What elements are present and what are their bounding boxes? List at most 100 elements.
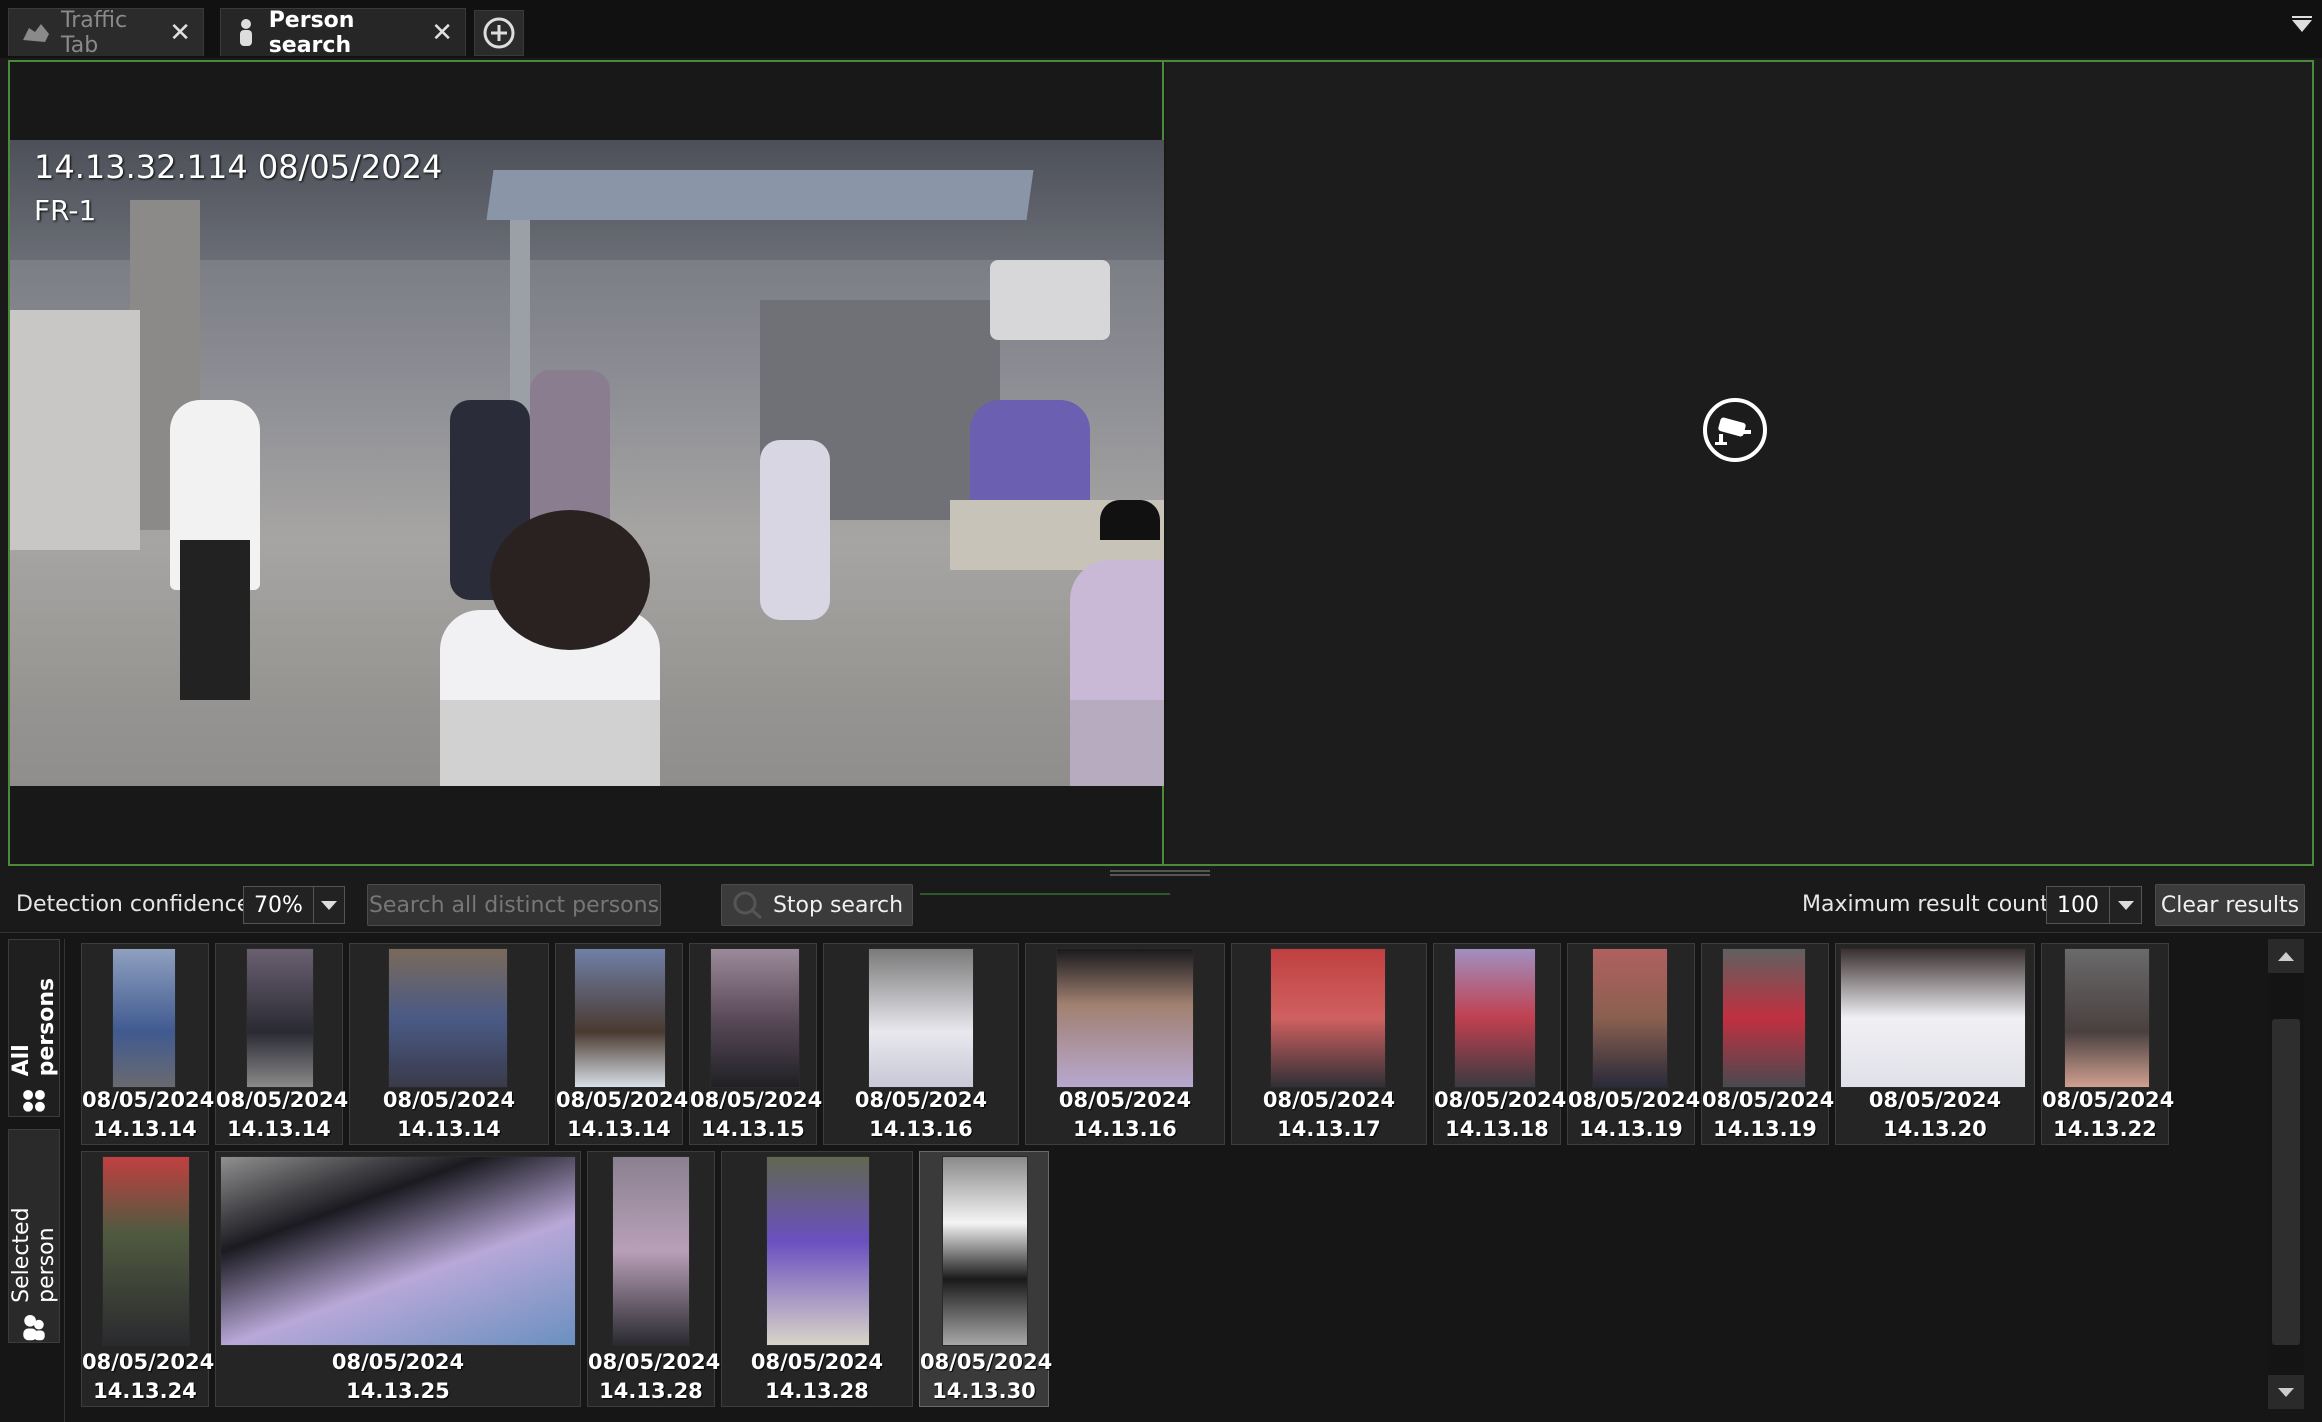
result-thumbnail[interactable]: 08/05/2024 14.13.14	[555, 943, 689, 1145]
add-tab-button[interactable]	[474, 10, 524, 56]
thumbnail-caption: 08/05/2024 14.13.16	[1058, 1088, 1192, 1141]
results-panel: All persons Selected person 08/05/2024 14…	[0, 932, 2322, 1422]
thumbnail-caption: 08/05/2024 14.13.18	[1434, 1088, 1567, 1141]
chevron-down-icon[interactable]	[312, 887, 344, 923]
close-icon[interactable]: ✕	[431, 18, 453, 48]
result-thumbnail[interactable]: 08/05/2024 14.13.18	[1433, 943, 1567, 1145]
scroll-up-icon[interactable]	[2268, 939, 2304, 973]
thumbnail-caption: 08/05/2024 14.13.28	[750, 1350, 884, 1403]
video-timestamp: 14.13.32.114 08/05/2024	[34, 148, 443, 186]
result-thumbnail[interactable]: 08/05/2024 14.13.28	[587, 1151, 721, 1407]
tab-traffic-label: Traffic Tab	[61, 7, 128, 58]
thumbnail-caption: 08/05/2024 14.13.17	[1262, 1088, 1396, 1141]
result-thumbnail-selected[interactable]: 08/05/2024 14.13.30	[919, 1151, 1053, 1407]
app-window: Traffic Tab ✕ Person search ✕ 14.13.32.1…	[0, 0, 2322, 1422]
results-scrollbar[interactable]	[2268, 939, 2304, 1409]
camera-feed-image	[10, 140, 1164, 786]
tab-traffic[interactable]: Traffic Tab ✕	[8, 7, 204, 58]
splitter-handle[interactable]	[1110, 870, 1210, 876]
plus-circle-icon	[483, 17, 515, 49]
thumbnail-caption: 08/05/2024 14.13.15	[690, 1088, 823, 1141]
person-image	[612, 1156, 690, 1346]
tab-menu-icon[interactable]	[2292, 16, 2312, 32]
tab-all-persons[interactable]: All persons	[8, 939, 60, 1117]
person-image	[1056, 948, 1194, 1088]
person-image	[868, 948, 974, 1088]
thumbnail-caption: 08/05/2024 14.13.20	[1868, 1088, 2002, 1141]
scrollbar-track[interactable]	[2272, 1019, 2300, 1345]
tab-person-search[interactable]: Person search ✕	[220, 7, 466, 58]
thumbnail-caption: 08/05/2024 14.13.22	[2042, 1088, 2175, 1141]
chevron-down-icon[interactable]	[2109, 887, 2141, 923]
result-thumbnail[interactable]: 08/05/2024 14.13.14	[215, 943, 349, 1145]
result-thumbnail[interactable]: 08/05/2024 14.13.19	[1701, 943, 1835, 1145]
result-thumbnail[interactable]: 08/05/2024 14.13.24	[81, 1151, 214, 1407]
person-image	[102, 1156, 190, 1346]
camera-label: FR-1	[34, 194, 97, 227]
search-distinct-label: Search all distinct persons	[368, 892, 660, 918]
search-icon	[733, 891, 762, 920]
search-distinct-button[interactable]: Search all distinct persons	[367, 884, 661, 926]
search-toolbar: Detection confidence 70% Search all dist…	[0, 880, 2322, 930]
thumbnail-caption: 08/05/2024 14.13.30	[920, 1350, 1053, 1403]
close-icon[interactable]: ✕	[169, 18, 191, 48]
all-persons-label: All persons	[9, 977, 59, 1077]
person-icon	[233, 18, 259, 48]
stop-search-button[interactable]: Stop search	[721, 884, 913, 926]
person-pair-icon	[23, 1314, 45, 1341]
result-thumbnail[interactable]: 08/05/2024 14.13.19	[1567, 943, 1700, 1145]
video-pane-empty[interactable]	[1166, 62, 2312, 864]
confidence-value: 70%	[254, 892, 303, 918]
person-image	[1722, 948, 1806, 1088]
confidence-dropdown[interactable]: 70%	[243, 886, 345, 924]
thumbnail-caption: 08/05/2024 14.13.14	[216, 1088, 349, 1141]
result-thumbnail[interactable]: 08/05/2024 14.13.15	[689, 943, 823, 1145]
person-image	[1270, 948, 1386, 1088]
video-grid: 14.13.32.114 08/05/2024 FR-1	[8, 60, 2314, 866]
max-result-dropdown[interactable]: 100	[2046, 886, 2142, 924]
result-thumbnail[interactable]: 08/05/2024 14.13.14	[81, 943, 215, 1145]
max-result-label: Maximum result count	[1802, 892, 2049, 917]
result-thumbnail[interactable]: 08/05/2024 14.13.16	[823, 943, 1019, 1145]
video-pane-fr1[interactable]: 14.13.32.114 08/05/2024 FR-1	[10, 62, 1164, 864]
tab-selected-person[interactable]: Selected person	[8, 1129, 60, 1343]
person-image	[2064, 948, 2150, 1088]
person-image	[1840, 948, 2026, 1088]
tab-person-search-label: Person search	[268, 7, 355, 58]
thumbnail-caption: 08/05/2024 14.13.14	[382, 1088, 516, 1141]
traffic-icon	[21, 18, 51, 48]
person-image	[942, 1156, 1028, 1346]
thumbnail-caption: 08/05/2024 14.13.14	[82, 1088, 215, 1141]
thumbnail-caption: 08/05/2024 14.13.19	[1702, 1088, 1835, 1141]
clear-results-button[interactable]: Clear results	[2155, 884, 2305, 926]
search-progress-line	[920, 893, 1170, 895]
stop-search-label: Stop search	[772, 892, 904, 918]
result-thumbnail[interactable]: 08/05/2024 14.13.22	[2041, 943, 2175, 1145]
confidence-label: Detection confidence	[16, 892, 251, 917]
results-grid: 08/05/2024 14.13.14 08/05/2024 14.13.14 08…	[64, 939, 2264, 1422]
max-result-value: 100	[2057, 892, 2099, 918]
result-thumbnail[interactable]: 08/05/2024 14.13.28	[721, 1151, 913, 1407]
result-side-tabs: All persons Selected person	[8, 939, 60, 1422]
person-image	[574, 948, 666, 1088]
result-thumbnail[interactable]: 08/05/2024 14.13.16	[1025, 943, 1225, 1145]
person-image	[710, 948, 800, 1088]
result-thumbnail[interactable]: 08/05/2024 14.13.20	[1835, 943, 2035, 1145]
thumbnail-caption: 08/05/2024 14.13.28	[588, 1350, 721, 1403]
person-image	[246, 948, 314, 1088]
group-icon	[23, 1090, 45, 1113]
result-thumbnail[interactable]: 08/05/2024 14.13.17	[1231, 943, 1427, 1145]
person-image	[766, 1156, 870, 1346]
thumbnail-caption: 08/05/2024 14.13.14	[556, 1088, 689, 1141]
person-image	[1454, 948, 1536, 1088]
person-image	[112, 948, 176, 1088]
person-image	[1592, 948, 1668, 1088]
scroll-down-icon[interactable]	[2268, 1375, 2304, 1409]
result-thumbnail[interactable]: 08/05/2024 14.13.25	[215, 1151, 581, 1407]
thumbnail-caption: 08/05/2024 14.13.25	[331, 1350, 465, 1403]
thumbnail-caption: 08/05/2024 14.13.16	[854, 1088, 988, 1141]
clear-results-label: Clear results	[2160, 892, 2300, 918]
person-image	[388, 948, 508, 1088]
selected-person-label: Selected person	[9, 1207, 59, 1303]
result-thumbnail[interactable]: 08/05/2024 14.13.14	[349, 943, 549, 1145]
